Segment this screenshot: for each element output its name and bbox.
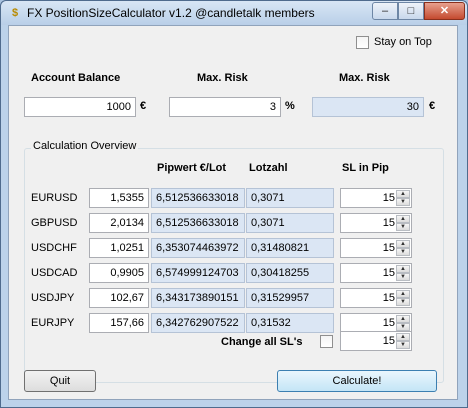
account-balance-input[interactable]: 1000 bbox=[24, 97, 136, 117]
max-risk-amount-label: Max. Risk bbox=[339, 72, 390, 84]
stepper-down-icon[interactable]: ▼ bbox=[396, 341, 410, 349]
stepper-up-icon[interactable]: ▲ bbox=[396, 265, 410, 273]
stepper-up-icon[interactable]: ▲ bbox=[396, 333, 410, 341]
column-header-pipwert: Pipwert €/Lot bbox=[157, 162, 227, 174]
pipwert-field: 6,353074463972 bbox=[151, 238, 245, 258]
pair-label: USDCAD bbox=[31, 267, 78, 279]
stepper-down-icon[interactable]: ▼ bbox=[396, 273, 410, 281]
pipwert-field: 6,574999124703 bbox=[151, 263, 245, 283]
lotzahl-field: 0,31480821 bbox=[246, 238, 334, 258]
stepper-up-icon[interactable]: ▲ bbox=[396, 240, 410, 248]
stepper-up-icon[interactable]: ▲ bbox=[396, 215, 410, 223]
change-all-sl-checkbox[interactable] bbox=[320, 335, 333, 348]
lotzahl-field: 0,3071 bbox=[246, 213, 334, 233]
sl-value: 15 bbox=[382, 292, 395, 304]
sl-value: 15 bbox=[382, 242, 395, 254]
stepper-down-icon[interactable]: ▼ bbox=[396, 223, 410, 231]
client-area: Stay on Top Account Balance Max. Risk Ma… bbox=[8, 25, 458, 400]
sl-stepper[interactable]: 15 ▲ ▼ bbox=[340, 313, 412, 333]
pair-label: EURUSD bbox=[31, 192, 78, 204]
account-balance-label: Account Balance bbox=[31, 72, 121, 84]
sl-value: 15 bbox=[382, 217, 395, 229]
price-input[interactable]: 1,5355 bbox=[89, 188, 149, 208]
calculate-button[interactable]: Calculate! bbox=[277, 370, 437, 392]
stepper-down-icon[interactable]: ▼ bbox=[396, 248, 410, 256]
lotzahl-field: 0,31529957 bbox=[246, 288, 334, 308]
window-title: FX PositionSizeCalculator v1.2 @candleta… bbox=[27, 6, 315, 20]
stepper-up-icon[interactable]: ▲ bbox=[396, 315, 410, 323]
max-risk-percent-unit: % bbox=[285, 100, 295, 112]
change-all-sl-stepper[interactable]: 15 ▲ ▼ bbox=[340, 331, 412, 351]
pair-label: USDJPY bbox=[31, 292, 75, 304]
sl-value: 15 bbox=[382, 192, 395, 204]
column-header-sl: SL in Pip bbox=[342, 162, 389, 174]
pipwert-field: 6,343173890151 bbox=[151, 288, 245, 308]
max-risk-label: Max. Risk bbox=[197, 72, 248, 84]
pipwert-field: 6,512536633018 bbox=[151, 188, 245, 208]
sl-stepper[interactable]: 15 ▲ ▼ bbox=[340, 238, 412, 258]
lotzahl-field: 0,30418255 bbox=[246, 263, 334, 283]
stepper-down-icon[interactable]: ▼ bbox=[396, 323, 410, 331]
price-input[interactable]: 0,9905 bbox=[89, 263, 149, 283]
max-risk-amount-unit: € bbox=[429, 100, 436, 112]
pair-label: EURJPY bbox=[31, 317, 75, 329]
lotzahl-field: 0,31532 bbox=[246, 313, 334, 333]
sl-stepper[interactable]: 15 ▲ ▼ bbox=[340, 188, 412, 208]
close-button[interactable]: ✕ bbox=[424, 2, 465, 20]
stay-on-top-label: Stay on Top bbox=[374, 36, 432, 48]
change-all-sl-label: Change all SL's bbox=[221, 336, 303, 348]
price-input[interactable]: 102,67 bbox=[89, 288, 149, 308]
app-icon: $ bbox=[11, 7, 19, 19]
max-risk-amount-field: 30 bbox=[312, 97, 424, 117]
lotzahl-field: 0,3071 bbox=[246, 188, 334, 208]
stay-on-top-checkbox[interactable] bbox=[356, 36, 369, 49]
stepper-down-icon[interactable]: ▼ bbox=[396, 198, 410, 206]
maximize-button[interactable]: □ bbox=[398, 2, 424, 20]
pair-label: GBPUSD bbox=[31, 217, 78, 229]
sl-value: 15 bbox=[382, 317, 395, 329]
sl-stepper[interactable]: 15 ▲ ▼ bbox=[340, 213, 412, 233]
calculation-overview-title: Calculation Overview bbox=[31, 140, 139, 152]
minimize-button[interactable]: – bbox=[372, 2, 398, 20]
sl-stepper[interactable]: 15 ▲ ▼ bbox=[340, 263, 412, 283]
pipwert-field: 6,512536633018 bbox=[151, 213, 245, 233]
pipwert-field: 6,342762907522 bbox=[151, 313, 245, 333]
title-bar: $ FX PositionSizeCalculator v1.2 @candle… bbox=[1, 1, 467, 25]
column-header-lotzahl: Lotzahl bbox=[249, 162, 288, 174]
stepper-up-icon[interactable]: ▲ bbox=[396, 290, 410, 298]
quit-button[interactable]: Quit bbox=[24, 370, 96, 392]
price-input[interactable]: 2,0134 bbox=[89, 213, 149, 233]
price-input[interactable]: 157,66 bbox=[89, 313, 149, 333]
max-risk-percent-input[interactable]: 3 bbox=[169, 97, 281, 117]
stepper-up-icon[interactable]: ▲ bbox=[396, 190, 410, 198]
stepper-down-icon[interactable]: ▼ bbox=[396, 298, 410, 306]
pair-label: USDCHF bbox=[31, 242, 77, 254]
sl-stepper[interactable]: 15 ▲ ▼ bbox=[340, 288, 412, 308]
price-input[interactable]: 1,0251 bbox=[89, 238, 149, 258]
change-all-sl-value: 15 bbox=[382, 335, 395, 347]
account-balance-unit: € bbox=[140, 100, 147, 112]
sl-value: 15 bbox=[382, 267, 395, 279]
